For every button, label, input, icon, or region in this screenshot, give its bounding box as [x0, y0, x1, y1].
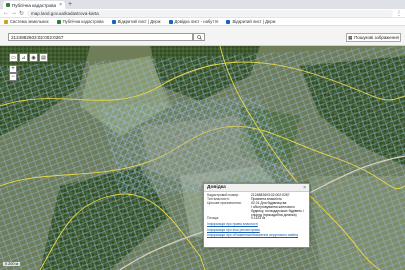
tab-close-icon[interactable]: ×: [59, 2, 62, 8]
browser-tab[interactable]: Публічна кадастрова карта Укр ×: [3, 1, 65, 9]
back-icon[interactable]: ←: [3, 10, 9, 16]
bookmark-label: Відкритий лист | Держ: [232, 19, 276, 24]
imagery-button[interactable]: ▦ Пошукові зображення: [346, 33, 401, 42]
bookmark-item[interactable]: Відкритий лист | Держ: [226, 19, 275, 24]
select-tool-button[interactable]: ▭: [9, 53, 18, 62]
popup-header: Довідка ×: [204, 184, 309, 192]
search-button[interactable]: [193, 33, 205, 41]
info-key: Площа:: [207, 216, 219, 221]
zoom-out-button[interactable]: −: [9, 73, 17, 81]
bookmark-label: Відкритий лист | Держ: [117, 19, 161, 24]
browser-menu-icon[interactable]: ⋮: [396, 10, 402, 17]
info-row: Площа: 0.1123 га: [204, 217, 309, 221]
popup-title: Довідка: [207, 185, 226, 190]
map-header: 2124882603:02:002:0267 ▦ Пошукові зображ…: [0, 26, 405, 46]
bookmark-item[interactable]: Відкритий лист | Держ: [111, 19, 161, 24]
forward-icon[interactable]: →: [11, 10, 17, 16]
doc-icon: [168, 19, 173, 24]
bookmarks-bar: Система земельних Публічна кадастрова Ві…: [0, 18, 405, 26]
close-icon[interactable]: ×: [303, 185, 306, 191]
map-toolbar: ▭ ⊿ ◉ ▤: [9, 53, 48, 62]
search-icon: [196, 34, 202, 40]
bookmark-label: Публічна кадастрова: [62, 19, 104, 24]
image-icon: ▦: [348, 34, 353, 40]
tab-title: Публічна кадастрова карта Укр: [12, 2, 57, 8]
zoom-control: + −: [9, 65, 17, 81]
map-icon: [56, 19, 61, 24]
popup-links: Інформація про права власності Інформаці…: [204, 221, 309, 240]
cadastral-search-input[interactable]: 2124882603:02:002:0267: [8, 33, 193, 41]
bookmark-item[interactable]: Довідка лист - набуття: [168, 19, 219, 24]
bookmark-icon: [4, 19, 8, 24]
map-scale: 0 200 м: [3, 262, 21, 266]
layer-tool-button[interactable]: ◉: [29, 53, 38, 62]
favicon-icon: [6, 3, 10, 7]
new-tab-button[interactable]: +: [68, 1, 72, 9]
measure-tool-button[interactable]: ⊿: [19, 53, 28, 62]
address-bar: ← → ↻ map.land.gov.ua/kadastrova-karta ⋮: [0, 9, 405, 18]
parcel-info-popup: Довідка × Кадастровий номер: 2124882603:0…: [199, 183, 310, 248]
reload-icon[interactable]: ↻: [19, 10, 24, 17]
bookmark-label: Система земельних: [10, 19, 49, 24]
doc-icon: [226, 19, 231, 24]
bookmark-label: Довідка лист - набуття: [174, 19, 219, 24]
imagery-button-label: Пошукові зображення: [354, 35, 399, 40]
url-input[interactable]: map.land.gov.ua/kadastrova-karta: [27, 9, 393, 17]
browser-tab-bar: Публічна кадастрова карта Укр × +: [0, 0, 405, 9]
zoom-in-button[interactable]: +: [9, 65, 17, 73]
doc-icon: [111, 19, 116, 24]
bookmark-item[interactable]: Система земельних: [4, 19, 49, 24]
print-tool-button[interactable]: ▤: [39, 53, 48, 62]
info-value: 0.1123 га: [251, 216, 266, 221]
bookmark-item[interactable]: Публічна кадастрова: [56, 19, 104, 24]
encumbrances-link[interactable]: Інформація про обтяження/обмеження нерух…: [207, 233, 306, 239]
